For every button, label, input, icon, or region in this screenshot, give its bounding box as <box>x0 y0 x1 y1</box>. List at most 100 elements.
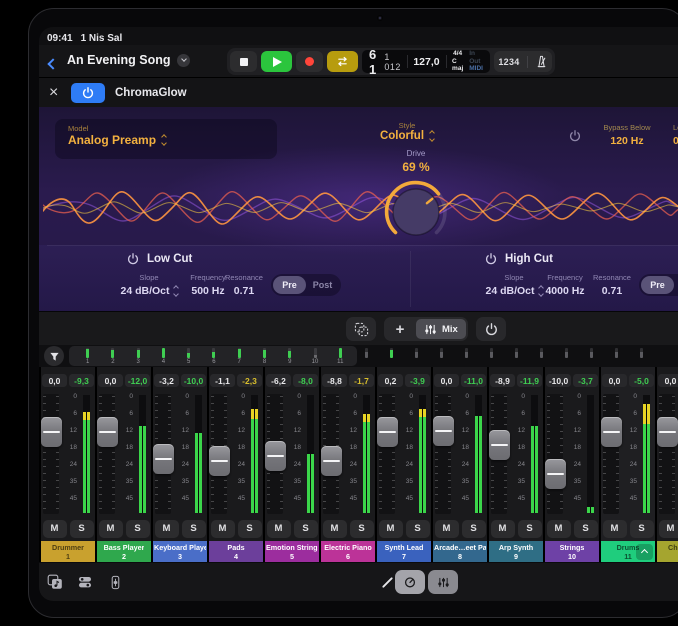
volume-value[interactable]: 0,0 <box>42 374 67 387</box>
track-tile[interactable]: Keyboard Player3 <box>153 541 207 562</box>
song-title-menu[interactable]: An Evening Song <box>67 53 190 67</box>
bypass-power-button[interactable] <box>569 129 581 147</box>
sliders-view-button[interactable] <box>428 570 458 594</box>
overview-track[interactable]: 11 <box>328 347 353 366</box>
fader-handle[interactable] <box>209 446 230 476</box>
power-icon[interactable] <box>485 253 497 265</box>
close-plugin-button[interactable]: × <box>49 83 58 103</box>
mute-button[interactable]: M <box>155 520 179 538</box>
stepper-icon[interactable] <box>430 131 434 141</box>
level-control[interactable]: Level 0.0 <box>673 123 678 147</box>
high-cut-resonance[interactable]: Resonance 0.71 <box>585 273 639 297</box>
peak-value[interactable]: -10,0 <box>181 374 206 387</box>
play-button[interactable] <box>261 51 292 72</box>
volume-value[interactable]: 0,0 <box>434 374 459 387</box>
volume-value[interactable]: -10,0 <box>546 374 571 387</box>
peak-value[interactable]: -12,0 <box>125 374 150 387</box>
fader-handle[interactable] <box>433 416 454 446</box>
low-cut-slope[interactable]: Slope 24 dB/Oct <box>119 273 179 297</box>
stepper-icon[interactable] <box>174 286 178 296</box>
volume-value[interactable]: 0,0 <box>602 374 627 387</box>
post-button[interactable]: Post <box>306 276 339 294</box>
track-tile[interactable]: Emotion Strings5 <box>265 541 319 562</box>
back-button[interactable] <box>49 55 61 67</box>
track-tile[interactable]: Electric Piano6 <box>321 541 375 562</box>
overview-track[interactable]: 7 <box>227 347 252 366</box>
power-icon[interactable] <box>127 253 139 265</box>
track-tile[interactable]: Arp Synth9 <box>489 541 543 562</box>
cycle-button[interactable] <box>327 51 358 72</box>
post-button[interactable]: Post <box>674 276 678 294</box>
overview-track[interactable]: 3 <box>126 347 151 366</box>
mute-button[interactable]: M <box>435 520 459 538</box>
fader-handle[interactable] <box>321 446 342 476</box>
track-tile[interactable]: Drummer1 <box>41 541 95 562</box>
count-in-button[interactable]: 1234 <box>498 57 519 67</box>
mute-button[interactable]: M <box>43 520 67 538</box>
lcd-display[interactable]: 6 1 1 012 127,0 4/4 C maj In Out MIDI <box>362 50 490 73</box>
mixer-power-button[interactable] <box>476 317 506 341</box>
overview-track[interactable]: 10 <box>302 347 327 366</box>
solo-button[interactable]: S <box>70 520 94 538</box>
fader-handle[interactable] <box>97 417 118 447</box>
volume-value[interactable]: -6,2 <box>266 374 291 387</box>
volume-value[interactable]: -8,8 <box>322 374 347 387</box>
fader-handle[interactable] <box>153 444 174 474</box>
mute-button[interactable]: M <box>211 520 235 538</box>
track-tile[interactable]: Drums11 <box>601 541 655 562</box>
solo-button[interactable]: S <box>350 520 374 538</box>
solo-button[interactable]: S <box>630 520 654 538</box>
peak-value[interactable]: -5,0 <box>629 374 654 387</box>
model-selector[interactable]: Model Analog Preamp <box>55 119 277 159</box>
track-tile[interactable]: Bass Player2 <box>97 541 151 562</box>
overview-track[interactable]: 5 <box>176 347 201 366</box>
fader-handle[interactable] <box>265 441 286 471</box>
knob-view-button[interactable] <box>395 570 425 594</box>
volume-value[interactable]: 0,0 <box>658 374 678 387</box>
mute-button[interactable]: M <box>491 520 515 538</box>
fader-handle[interactable] <box>601 417 622 447</box>
volume-value[interactable]: -8,9 <box>490 374 515 387</box>
volume-value[interactable]: 0,2 <box>378 374 403 387</box>
solo-button[interactable]: S <box>518 520 542 538</box>
peak-value[interactable]: -11,9 <box>517 374 542 387</box>
add-track-button[interactable]: + <box>386 319 414 339</box>
loop-browser-button[interactable] <box>43 570 67 594</box>
track-tile[interactable]: Synth Lead7 <box>377 541 431 562</box>
peak-value[interactable]: -3,9 <box>405 374 430 387</box>
mute-button[interactable]: M <box>547 520 571 538</box>
duplicate-button[interactable] <box>346 317 376 341</box>
fader-handle[interactable] <box>41 417 62 447</box>
peak-value[interactable]: -1,7 <box>349 374 374 387</box>
volume-value[interactable]: -3,2 <box>154 374 179 387</box>
style-selector[interactable]: Style Colorful <box>361 121 453 142</box>
solo-button[interactable]: S <box>406 520 430 538</box>
overview-track[interactable]: 2 <box>100 347 125 366</box>
mute-button[interactable]: M <box>379 520 403 538</box>
mute-button[interactable]: M <box>659 520 678 538</box>
solo-button[interactable]: S <box>238 520 262 538</box>
fader-handle[interactable] <box>377 417 398 447</box>
pre-button[interactable]: Pre <box>641 276 674 294</box>
overview-track[interactable]: 9 <box>277 347 302 366</box>
peak-value[interactable]: -3,7 <box>573 374 598 387</box>
low-cut-resonance[interactable]: Resonance 0.71 <box>217 273 271 297</box>
filter-button[interactable] <box>44 346 64 366</box>
stepper-icon[interactable] <box>162 135 166 145</box>
fader-handle[interactable] <box>489 430 510 460</box>
solo-button[interactable]: S <box>294 520 318 538</box>
mix-view-button[interactable]: Mix <box>416 319 466 339</box>
volume-value[interactable]: 0,0 <box>98 374 123 387</box>
mute-button[interactable]: M <box>267 520 291 538</box>
peak-value[interactable]: -8,0 <box>293 374 318 387</box>
track-tile[interactable]: Strings10 <box>545 541 599 562</box>
solo-button[interactable]: S <box>182 520 206 538</box>
metronome-icon[interactable] <box>535 55 548 68</box>
track-tile[interactable]: Pads4 <box>209 541 263 562</box>
peak-value[interactable]: -9,3 <box>69 374 94 387</box>
overview-track[interactable]: 6 <box>201 347 226 366</box>
fader-handle[interactable] <box>545 459 566 489</box>
record-button[interactable] <box>296 51 323 72</box>
peak-value[interactable]: -2,3 <box>237 374 262 387</box>
high-cut-slope[interactable]: Slope 24 dB/Oct <box>484 273 544 297</box>
